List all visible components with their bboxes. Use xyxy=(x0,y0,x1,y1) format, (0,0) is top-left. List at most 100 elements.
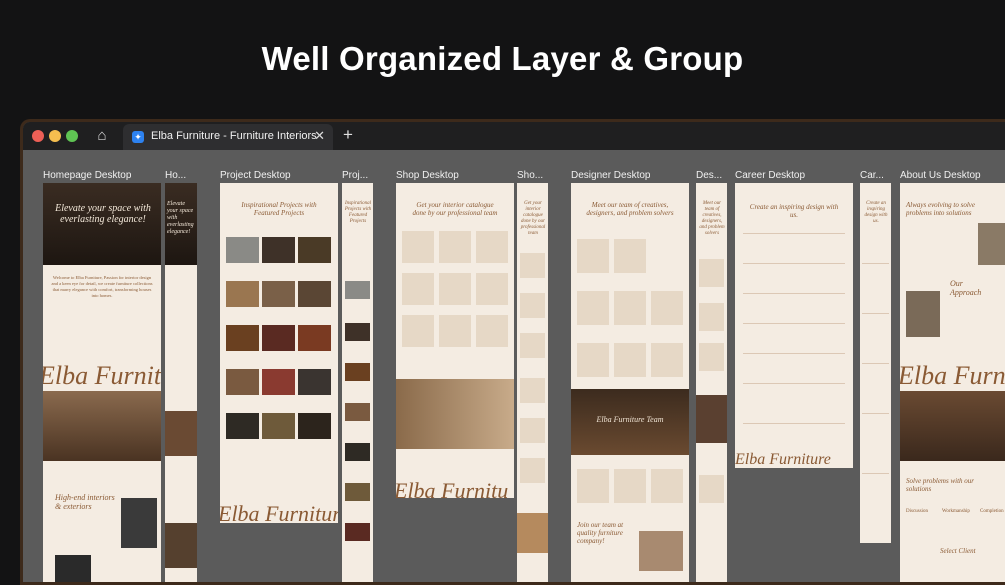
designer-photo[interactable] xyxy=(614,239,646,273)
project-thumb[interactable] xyxy=(298,237,331,263)
project-mobile-thumb[interactable] xyxy=(345,483,370,501)
shop-mobile-product[interactable] xyxy=(520,333,545,358)
frame-label-homepage-desktop[interactable]: Homepage Desktop xyxy=(43,170,131,181)
frame-career-desktop[interactable]: Create an inspiring design with us. Elba… xyxy=(735,183,853,468)
project-thumb[interactable] xyxy=(262,237,295,263)
product-card[interactable] xyxy=(439,231,471,263)
project-thumb[interactable] xyxy=(298,413,331,439)
designer-mobile-photo[interactable] xyxy=(699,303,724,331)
frame-shop-mobile[interactable]: Get your interior catalogue done by our … xyxy=(517,183,548,582)
shop-mobile-product[interactable] xyxy=(520,418,545,443)
project-thumb[interactable] xyxy=(226,281,259,307)
designer-mobile-photo[interactable] xyxy=(699,259,724,287)
product-card[interactable] xyxy=(402,273,434,305)
product-card[interactable] xyxy=(402,315,434,347)
frame-shop-desktop[interactable]: Get your interior catalogue done by our … xyxy=(396,183,514,498)
frame-label-project-mobile[interactable]: Proj... xyxy=(342,170,368,181)
about-team-image xyxy=(978,223,1005,265)
product-card[interactable] xyxy=(402,231,434,263)
project-mobile-thumb[interactable] xyxy=(345,363,370,381)
maximize-window-button[interactable] xyxy=(66,130,78,142)
frame-label-project-desktop[interactable]: Project Desktop xyxy=(220,170,291,181)
project-thumb[interactable] xyxy=(298,369,331,395)
hero-title: Well Organized Layer & Group xyxy=(261,40,744,77)
mobile-bench-image xyxy=(165,523,197,568)
designer-photo[interactable] xyxy=(614,469,646,503)
product-card[interactable] xyxy=(476,273,508,305)
frame-about-desktop[interactable]: Always evolving to solve problems into s… xyxy=(900,183,1005,582)
minimize-window-button[interactable] xyxy=(49,130,61,142)
designer-photo[interactable] xyxy=(651,469,683,503)
shop-mobile-product[interactable] xyxy=(520,378,545,403)
project-thumb[interactable] xyxy=(262,413,295,439)
designer-mobile-photo[interactable] xyxy=(699,475,724,503)
project-mobile-thumb[interactable] xyxy=(345,403,370,421)
frame-designer-mobile[interactable]: Meet our team of creatives, designers, a… xyxy=(696,183,727,582)
designer-photo[interactable] xyxy=(614,343,646,377)
shop-mobile-product[interactable] xyxy=(520,458,545,483)
frame-label-designer-mobile[interactable]: Des... xyxy=(696,170,722,181)
project-thumb[interactable] xyxy=(262,369,295,395)
product-card[interactable] xyxy=(439,315,471,347)
job-divider xyxy=(743,323,845,324)
project-mobile-thumb[interactable] xyxy=(345,281,370,299)
design-canvas[interactable]: Homepage Desktop Ho... Project Desktop P… xyxy=(23,150,1005,582)
career-mobile-heading: Create an inspiring design with us. xyxy=(864,201,888,224)
shop-mobile-product[interactable] xyxy=(520,293,545,318)
frame-designer-desktop[interactable]: Meet our team of creatives, designers, a… xyxy=(571,183,689,582)
living-room-image xyxy=(43,391,161,461)
product-card[interactable] xyxy=(476,231,508,263)
product-card[interactable] xyxy=(476,315,508,347)
frame-project-desktop[interactable]: Inspirational Projects with Featured Pro… xyxy=(220,183,338,523)
about-solve-text: Solve problems with our solutions xyxy=(906,477,974,493)
frame-label-career-mobile[interactable]: Car... xyxy=(860,170,884,181)
frame-career-mobile[interactable]: Create an inspiring design with us. xyxy=(860,183,891,543)
project-thumb[interactable] xyxy=(298,281,331,307)
about-col-discussion: Discussion xyxy=(906,509,928,514)
team-photo xyxy=(639,531,683,571)
frame-label-shop-mobile[interactable]: Sho... xyxy=(517,170,543,181)
mobile-living-image xyxy=(165,411,197,456)
close-window-button[interactable] xyxy=(32,130,44,142)
designer-photo[interactable] xyxy=(577,239,609,273)
frame-label-shop-desktop[interactable]: Shop Desktop xyxy=(396,170,459,181)
shop-mobile-product[interactable] xyxy=(520,253,545,278)
frame-label-homepage-mobile[interactable]: Ho... xyxy=(165,170,186,181)
designer-photo[interactable] xyxy=(577,291,609,325)
frame-homepage-mobile[interactable]: Elevate your space with everlasting eleg… xyxy=(165,183,197,582)
frame-label-about-desktop[interactable]: About Us Desktop xyxy=(900,170,981,181)
project-thumb[interactable] xyxy=(226,237,259,263)
project-mobile-thumb[interactable] xyxy=(345,523,370,541)
browser-tab[interactable]: ✦ Elba Furniture - Furniture Interiors ✕ xyxy=(123,124,333,150)
about-col-completion: Completion xyxy=(980,509,1004,514)
frame-label-designer-desktop[interactable]: Designer Desktop xyxy=(571,170,650,181)
designer-photo[interactable] xyxy=(577,469,609,503)
home-icon[interactable]: ⌂ xyxy=(93,127,111,145)
designer-photo[interactable] xyxy=(651,291,683,325)
frame-homepage-desktop[interactable]: Elevate your space with everlasting eleg… xyxy=(43,183,161,582)
shop-room-image xyxy=(396,379,514,449)
designer-mobile-banner xyxy=(696,395,727,443)
project-thumb[interactable] xyxy=(226,413,259,439)
designer-mobile-photo[interactable] xyxy=(699,343,724,371)
project-mobile-thumb[interactable] xyxy=(345,443,370,461)
designer-photo[interactable] xyxy=(614,291,646,325)
project-thumb[interactable] xyxy=(226,325,259,351)
about-heading: Always evolving to solve problems into s… xyxy=(906,201,976,217)
designer-mobile-heading: Meet our team of creatives, designers, a… xyxy=(699,201,725,236)
designer-banner-image: Elba Furniture Team xyxy=(571,389,689,455)
project-thumb[interactable] xyxy=(262,325,295,351)
about-room-image xyxy=(900,391,1005,461)
project-thumb[interactable] xyxy=(262,281,295,307)
close-tab-icon[interactable]: ✕ xyxy=(314,128,325,144)
frame-project-mobile[interactable]: Inspirational Projects with Featured Pro… xyxy=(342,183,373,582)
project-thumb[interactable] xyxy=(298,325,331,351)
project-thumb[interactable] xyxy=(226,369,259,395)
designer-photo[interactable] xyxy=(651,343,683,377)
new-tab-button[interactable]: + xyxy=(343,125,353,145)
product-card[interactable] xyxy=(439,273,471,305)
designer-photo[interactable] xyxy=(577,343,609,377)
job-divider xyxy=(862,413,889,414)
frame-label-career-desktop[interactable]: Career Desktop xyxy=(735,170,805,181)
project-mobile-thumb[interactable] xyxy=(345,323,370,341)
